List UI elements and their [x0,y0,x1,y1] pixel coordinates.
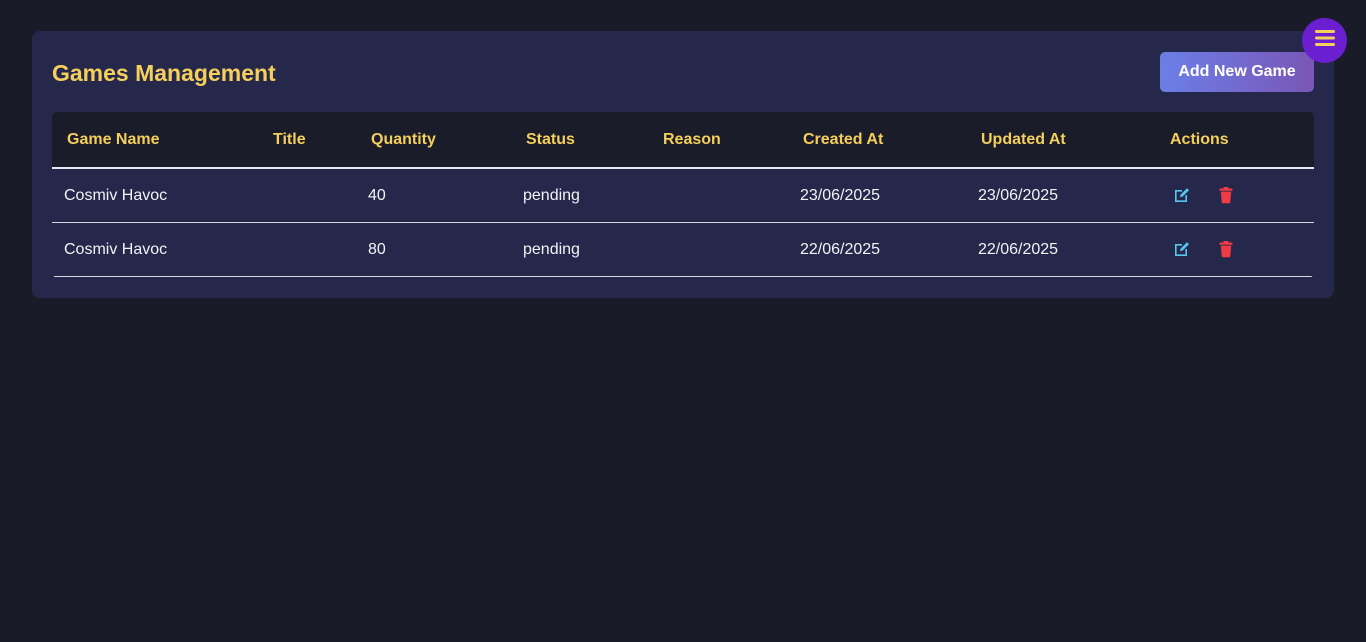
cell-game-name: Cosmiv Havoc [52,222,258,277]
games-table: Game Name Title Quantity Status Reason C… [52,112,1314,278]
column-header-updated-at: Updated At [966,112,1155,169]
cell-game-name: Cosmiv Havoc [52,168,258,223]
cell-actions [1155,222,1314,277]
cell-status: pending [515,222,652,277]
table-row: Cosmiv Havoc 40 pending 23/06/2025 23/06… [52,168,1314,223]
cell-title [258,222,360,277]
cell-created-at: 23/06/2025 [788,168,966,223]
games-management-panel: Games Management Add New Game Game Name … [32,31,1334,298]
cell-reason [652,168,788,223]
trash-icon[interactable] [1217,186,1235,204]
cell-quantity: 80 [360,222,515,277]
cell-actions [1155,168,1314,223]
cell-reason [652,222,788,277]
table-header-row: Game Name Title Quantity Status Reason C… [52,112,1314,169]
table-row: Cosmiv Havoc 80 pending 22/06/2025 22/06… [52,222,1314,277]
page-title: Games Management [52,60,276,86]
add-new-game-button[interactable]: Add New Game [1160,52,1314,92]
cell-created-at: 22/06/2025 [788,222,966,277]
column-header-created-at: Created At [788,112,966,169]
column-header-quantity: Quantity [360,112,515,169]
cell-status: pending [515,168,652,223]
column-header-title: Title [258,112,360,169]
edit-icon[interactable] [1173,240,1191,258]
cell-quantity: 40 [360,168,515,223]
menu-toggle-button[interactable] [1302,18,1347,63]
column-header-actions: Actions [1155,112,1314,169]
column-header-reason: Reason [652,112,788,169]
cell-updated-at: 23/06/2025 [966,168,1155,223]
trash-icon[interactable] [1217,240,1235,258]
edit-icon[interactable] [1173,186,1191,204]
cell-title [258,168,360,223]
cell-updated-at: 22/06/2025 [966,222,1155,277]
column-header-game-name: Game Name [52,112,258,169]
column-header-status: Status [515,112,652,169]
hamburger-menu-icon [1314,28,1336,53]
